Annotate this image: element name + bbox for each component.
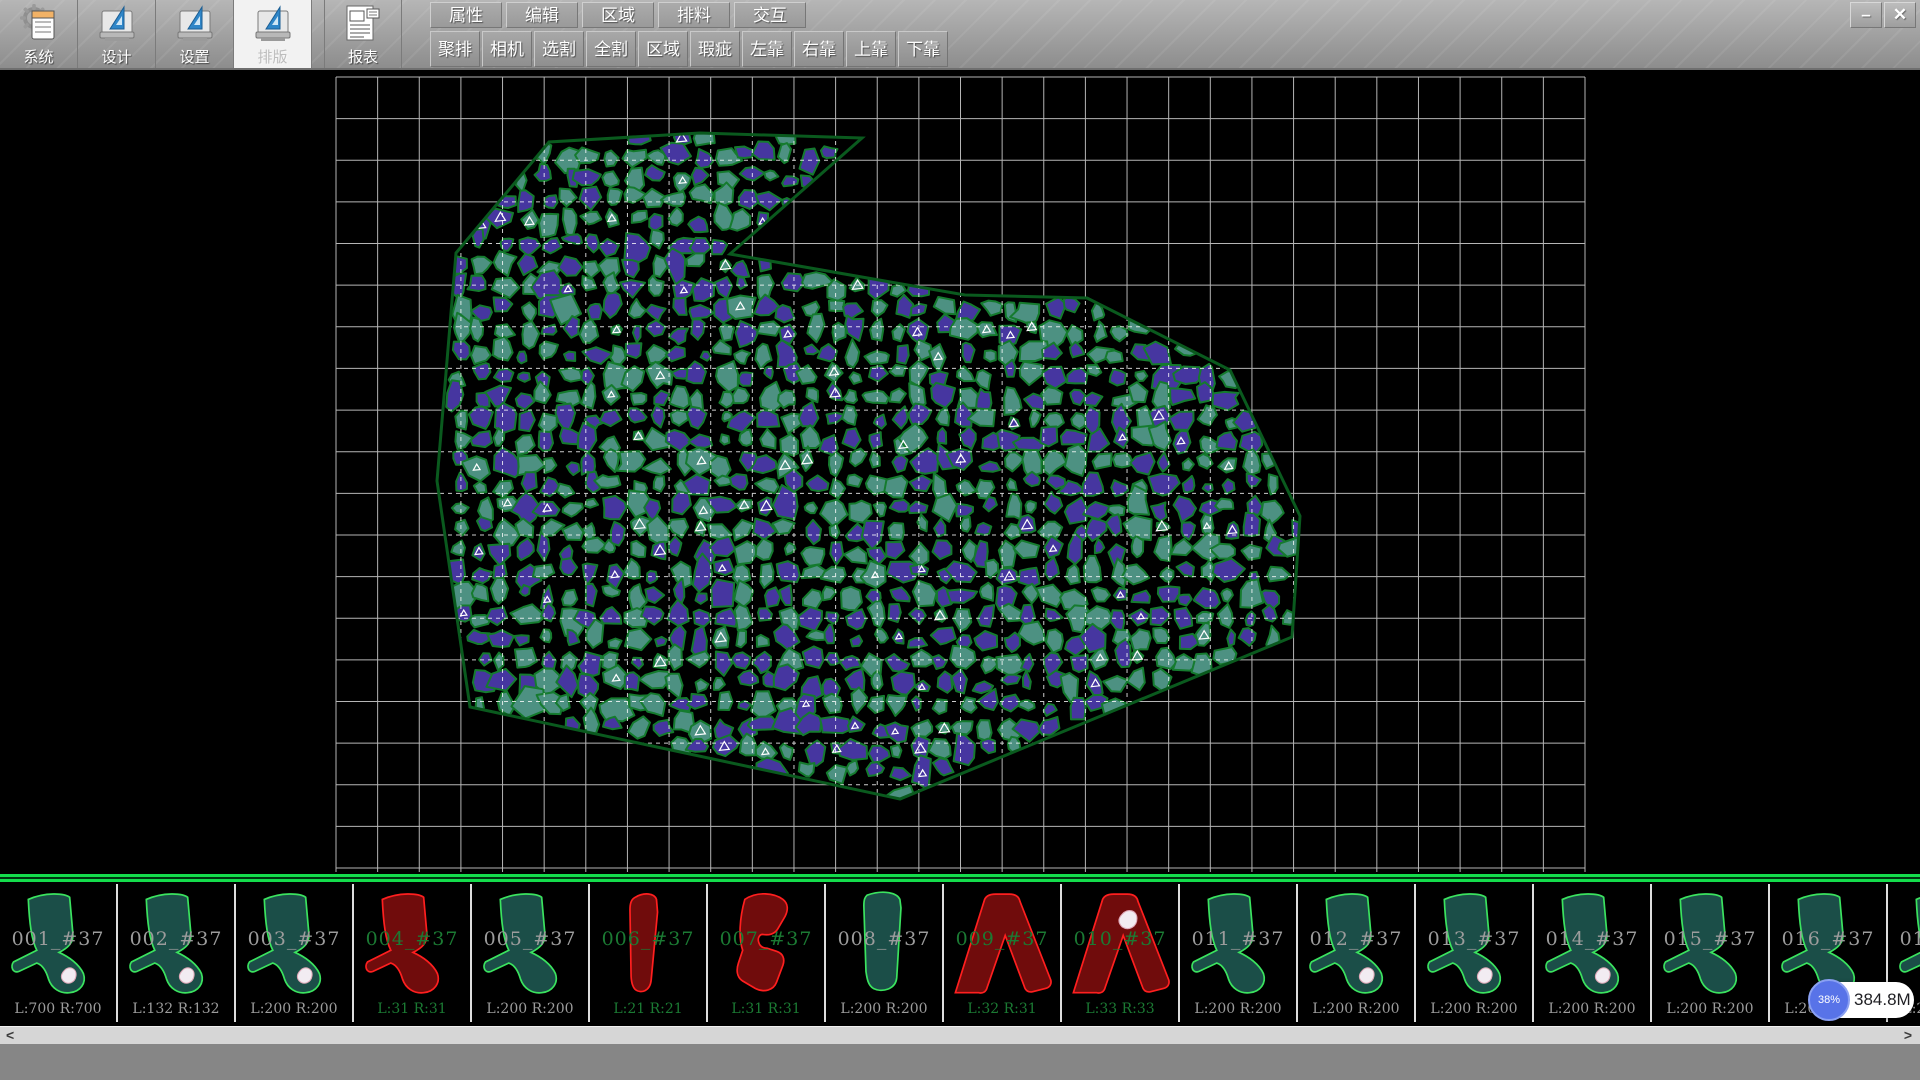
window-controls: – ✕ (1850, 2, 1916, 28)
piece-thumbnail-013_#37[interactable]: 013_#37L:200 R:200 (1416, 884, 1534, 1022)
tool-button-相机[interactable]: 相机 (482, 31, 532, 67)
piece-thumbnail-009_#37[interactable]: 009_#37L:32 R:31 (944, 884, 1062, 1022)
app-button-label: 设计 (101, 46, 131, 67)
piece-cells: 001_#37L:700 R:700002_#37L:132 R:132003_… (0, 884, 1920, 1022)
menu-tabs: 属性编辑区域排料交互 (430, 2, 806, 28)
piece-shape (1067, 886, 1173, 1004)
tool-button-区域[interactable]: 区域 (638, 31, 688, 67)
piece-thumbnail-006_#37[interactable]: 006_#37L:21 R:21 (590, 884, 708, 1022)
design-ruler-icon (96, 3, 138, 45)
tool-button-左靠[interactable]: 左靠 (742, 31, 792, 67)
piece-thumbnail-002_#37[interactable]: 002_#37L:132 R:132 (118, 884, 236, 1022)
progress-badge: 38% (1808, 979, 1850, 1021)
app-button-label: 设置 (179, 46, 209, 67)
app-button-设计[interactable]: 设计 (78, 0, 156, 68)
nesting-canvas[interactable] (0, 70, 1920, 872)
piece-thumbnail-015_#37[interactable]: 015_#37L:200 R:200 (1652, 884, 1770, 1022)
piece-shape (1539, 886, 1645, 1004)
piece-shape (123, 886, 229, 1004)
report-doc-icon (342, 3, 384, 45)
piece-shape (1303, 886, 1409, 1004)
piece-shape (477, 886, 583, 1004)
close-button[interactable]: ✕ (1884, 2, 1916, 28)
toolbar: 系统 设计 设置 排版 报表 属性编辑区域排料交互 聚排相机选割全割区域瑕疵左靠… (0, 0, 1920, 70)
piece-thumbnail-001_#37[interactable]: 001_#37L:700 R:700 (0, 884, 118, 1022)
layout-ruler-icon (252, 3, 294, 45)
minimize-button[interactable]: – (1850, 2, 1882, 28)
piece-thumbnail-003_#37[interactable]: 003_#37L:200 R:200 (236, 884, 354, 1022)
menu-tab-排料[interactable]: 排料 (658, 2, 730, 28)
piece-thumbnail-012_#37[interactable]: 012_#37L:200 R:200 (1298, 884, 1416, 1022)
app-button-设置[interactable]: 设置 (156, 0, 234, 68)
tool-button-瑕疵[interactable]: 瑕疵 (690, 31, 740, 67)
system-gear-icon (18, 3, 60, 45)
app-button-系统[interactable]: 系统 (0, 0, 78, 68)
tool-button-下靠[interactable]: 下靠 (898, 31, 948, 67)
tool-button-选割[interactable]: 选割 (534, 31, 584, 67)
tool-button-上靠[interactable]: 上靠 (846, 31, 896, 67)
piece-shape (241, 886, 347, 1004)
piece-thumbnail-008_#37[interactable]: 008_#37L:200 R:200 (826, 884, 944, 1022)
bottom-status-band (0, 1044, 1920, 1080)
nesting-app-window: 系统 设计 设置 排版 报表 属性编辑区域排料交互 聚排相机选割全割区域瑕疵左靠… (0, 0, 1920, 1080)
memory-status-pill: 38% 384.8M (1810, 982, 1914, 1018)
piece-shape (595, 886, 701, 1004)
app-button-报表[interactable]: 报表 (324, 0, 402, 68)
strip-green-border (0, 872, 1920, 884)
piece-shape (1421, 886, 1527, 1004)
tool-button-全割[interactable]: 全割 (586, 31, 636, 67)
scroll-left-icon[interactable]: < (6, 1027, 14, 1045)
app-button-label: 排版 (257, 46, 287, 67)
settings-ruler-icon (174, 3, 216, 45)
memory-usage-label: 384.8M (1854, 990, 1911, 1010)
menu-tab-编辑[interactable]: 编辑 (506, 2, 578, 28)
horizontal-scrollbar[interactable]: < > (0, 1026, 1920, 1044)
app-button-label: 系统 (23, 46, 53, 67)
piece-thumbnail-011_#37[interactable]: 011_#37L:200 R:200 (1180, 884, 1298, 1022)
piece-shape (359, 886, 465, 1004)
app-button-排版[interactable]: 排版 (234, 0, 312, 68)
nesting-canvas-svg (0, 70, 1920, 872)
piece-shape (713, 886, 819, 1004)
app-mode-buttons: 系统 设计 设置 排版 报表 (0, 0, 402, 68)
piece-shape (1185, 886, 1291, 1004)
tool-buttons: 聚排相机选割全割区域瑕疵左靠右靠上靠下靠 (430, 31, 948, 67)
piece-thumbnail-004_#37[interactable]: 004_#37L:31 R:31 (354, 884, 472, 1022)
app-button-label: 报表 (348, 46, 378, 67)
piece-shape (831, 886, 937, 1004)
piece-thumbnail-014_#37[interactable]: 014_#37L:200 R:200 (1534, 884, 1652, 1022)
piece-thumbnail-005_#37[interactable]: 005_#37L:200 R:200 (472, 884, 590, 1022)
tool-button-右靠[interactable]: 右靠 (794, 31, 844, 67)
menu-tab-属性[interactable]: 属性 (430, 2, 502, 28)
piece-shape (5, 886, 111, 1004)
menu-tab-区域[interactable]: 区域 (582, 2, 654, 28)
piece-shape (949, 886, 1055, 1004)
piece-thumbnail-010_#37[interactable]: 010_#37L:33 R:33 (1062, 884, 1180, 1022)
piece-shape (1657, 886, 1763, 1004)
menu-tab-交互[interactable]: 交互 (734, 2, 806, 28)
scroll-right-icon[interactable]: > (1904, 1027, 1912, 1045)
tool-button-聚排[interactable]: 聚排 (430, 31, 480, 67)
piece-thumbnail-strip: 001_#37L:700 R:700002_#37L:132 R:132003_… (0, 872, 1920, 1022)
piece-thumbnail-007_#37[interactable]: 007_#37L:31 R:31 (708, 884, 826, 1022)
